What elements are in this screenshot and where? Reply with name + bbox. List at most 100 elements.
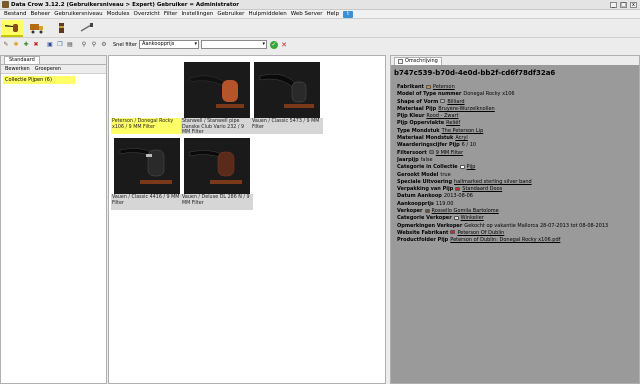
detail-value[interactable]: Standaard Doos [462,186,502,192]
detail-label: Aankoopprijs [397,200,434,207]
group-button[interactable]: Groeperen [35,66,61,72]
detail-row: Categorie Verkoper Winkelier [397,215,637,222]
menu-help[interactable]: Help [325,11,342,17]
maximize-icon[interactable]: □ [620,1,627,8]
detail-panel: Omschrijving b747c539-b70d-4e0d-bb2f-cd6… [390,55,640,384]
item-id: b747c539-b70d-4e0d-bb2f-cd6f78df32a6 [394,69,556,77]
detail-value[interactable]: 9 MM Filter [436,150,463,156]
detail-value: Gekocht op vakantie Mallorca 28-07-2013 … [464,222,609,229]
detail-row: Fabrikant Peterson [397,84,637,91]
detail-value: 2013-08-06 [443,193,473,200]
detail-row: Model of Type nummer Donegal Rocky x106 [397,91,637,98]
minimize-icon[interactable]: _ [610,1,617,8]
clear-filter-icon[interactable]: ✕ [280,41,288,49]
detail-value[interactable]: Peterson Of Dublin [457,230,504,236]
menu-overzicht[interactable]: Overzicht [132,11,162,17]
detail-value[interactable]: Rossello Gomila Bartolome [432,208,499,214]
menu-beheer[interactable]: Beheer [29,11,53,17]
detail-value[interactable]: hallmarked sterling silver band [454,179,532,185]
twitter-icon[interactable]: t [343,10,354,18]
item-card[interactable]: Stanwell / Stanwell pipe Danske Club Var… [181,62,253,135]
detail-value[interactable]: Reliëf [446,120,460,126]
apply-filter-icon[interactable]: ✓ [270,40,279,49]
detail-row: Gerookt Model true [397,172,637,179]
detail-value[interactable]: Acryl [455,135,468,141]
detail-row: Pijp Kleur Rood - Zwart [397,113,637,120]
filter-value-select[interactable]: ▾ [201,40,268,49]
detail-label: Speciale Uitvoering [397,178,453,185]
module-pipe-tools[interactable] [76,20,98,37]
detail-value[interactable]: The Peterson Lip [442,128,484,134]
truck-module-icon [30,23,43,33]
item-thumbnail [184,138,250,194]
detail-value[interactable]: Billiard [447,99,464,105]
delete-icon[interactable]: ✖ [32,41,40,49]
tab-standaard[interactable]: Standaard [4,56,40,64]
detail-row: Verkoper Rossello Gomila Bartolome [397,208,637,215]
module-truck[interactable] [26,20,48,37]
detail-label: Opmerkingen Verkoper [397,222,463,229]
detail-value-icon [459,164,465,169]
detail-row: Opmerkingen Verkoper Gekocht op vakantie … [397,223,637,230]
detail-label: Materiaal Mondstuk [397,135,454,142]
detail-row: Shape of Vorm Billiard [397,99,637,106]
item-card[interactable]: Peterson / Donegal Rocky x106 / 9 MM Fil… [111,62,183,134]
module-pipes[interactable] [1,20,23,37]
item-caption: Peterson / Donegal Rocky x106 / 9 MM Fil… [111,118,183,134]
item-card[interactable]: Vauen / Classic 4416 / 9 MM Filter [111,138,183,210]
tab-omschrijving[interactable]: Omschrijving [394,57,442,65]
menu-gebruikersniveau[interactable]: Gebruikersniveau [52,11,104,17]
detail-label: Categorie Verkoper [397,215,452,222]
menu-gebruiker[interactable]: Gebruiker [215,11,246,17]
left-panel: Standaard Bewerken Groeperen Collectie P… [0,55,107,384]
detail-value-icon [425,84,431,89]
item-card[interactable]: Vauen / Classic 5473 / 9 MM Filter [251,62,323,134]
item-caption: Stanwell / Stanwell pipe Danske Club Var… [181,118,253,135]
menu-hulpmiddelen[interactable]: Hulpmiddelen [246,11,288,17]
detail-list: Fabrikant Peterson Model of Type nummer Don… [397,84,637,245]
menu-web-server[interactable]: Web Server [289,11,325,17]
detail-value[interactable]: Peterson [433,84,455,90]
detail-row: Aankoopprijs 119.00 [397,201,637,208]
item-card[interactable]: Vauen / Deluxe DL 286 N / 9 MM Filter [181,138,253,210]
module-bar [0,19,640,38]
tree-item-collection[interactable]: Collectie Pijpen (6) [3,76,75,84]
close-icon[interactable]: x [630,1,637,8]
menu-instellingen[interactable]: Instellingen [179,11,215,17]
menu-bestand[interactable]: Bestand [2,11,29,17]
detail-label: Shape of Vorm [397,98,439,105]
menu-modules[interactable]: Modules [105,11,132,17]
menu-filter[interactable]: Filter [162,11,180,17]
zoom-icon[interactable]: ⚲ [90,41,98,49]
search-icon[interactable]: ⚲ [80,41,88,49]
description-icon [398,59,403,64]
detail-label: Fabrikant [397,84,424,90]
new-item-icon[interactable]: ✱ [12,41,20,49]
detail-value[interactable]: Rood - Zwart [426,113,458,119]
detail-label: Website Fabrikant [397,229,449,236]
detail-value[interactable]: Pijp [467,164,476,170]
add-item-icon[interactable]: ✚ [22,41,30,49]
lock-icon[interactable]: ▤ [66,41,74,49]
copy-icon[interactable]: ❐ [56,41,64,49]
item-thumbnail [114,138,180,194]
detail-row: Jaarpijp false [397,157,637,164]
detail-label: Pijp Oppervlakte [397,120,445,127]
detail-value[interactable]: Bruyère-Wurzelknollen [438,106,495,112]
chevron-down-icon: ▾ [194,41,198,47]
filter-field-select[interactable]: Aankoopprijs ▾ [139,40,200,49]
detail-value[interactable]: Winkelier [461,215,484,221]
detail-row: Materiaal Mondstuk Acryl [397,135,637,142]
tools-icon[interactable]: ✎ [2,41,10,49]
detail-value[interactable]: Peterson of Dublin: Donegal Rocky x106.p… [450,237,560,243]
module-tobacco[interactable] [51,20,73,37]
settings-icon[interactable]: ⚙ [100,41,108,49]
detail-row: Pijp Oppervlakte Reliëf [397,120,637,127]
title-bar: Data Crow 3.12.2 (Gebruikersniveau > Exp… [0,0,640,10]
detail-value-icon [424,208,430,213]
app-icon [2,1,9,8]
item-thumbnail [254,62,320,118]
detail-row: Speciale Uitvoering hallmarked sterling s… [397,179,637,186]
edit-button[interactable]: Bewerken [5,66,30,72]
save-icon[interactable]: ▣ [46,41,54,49]
